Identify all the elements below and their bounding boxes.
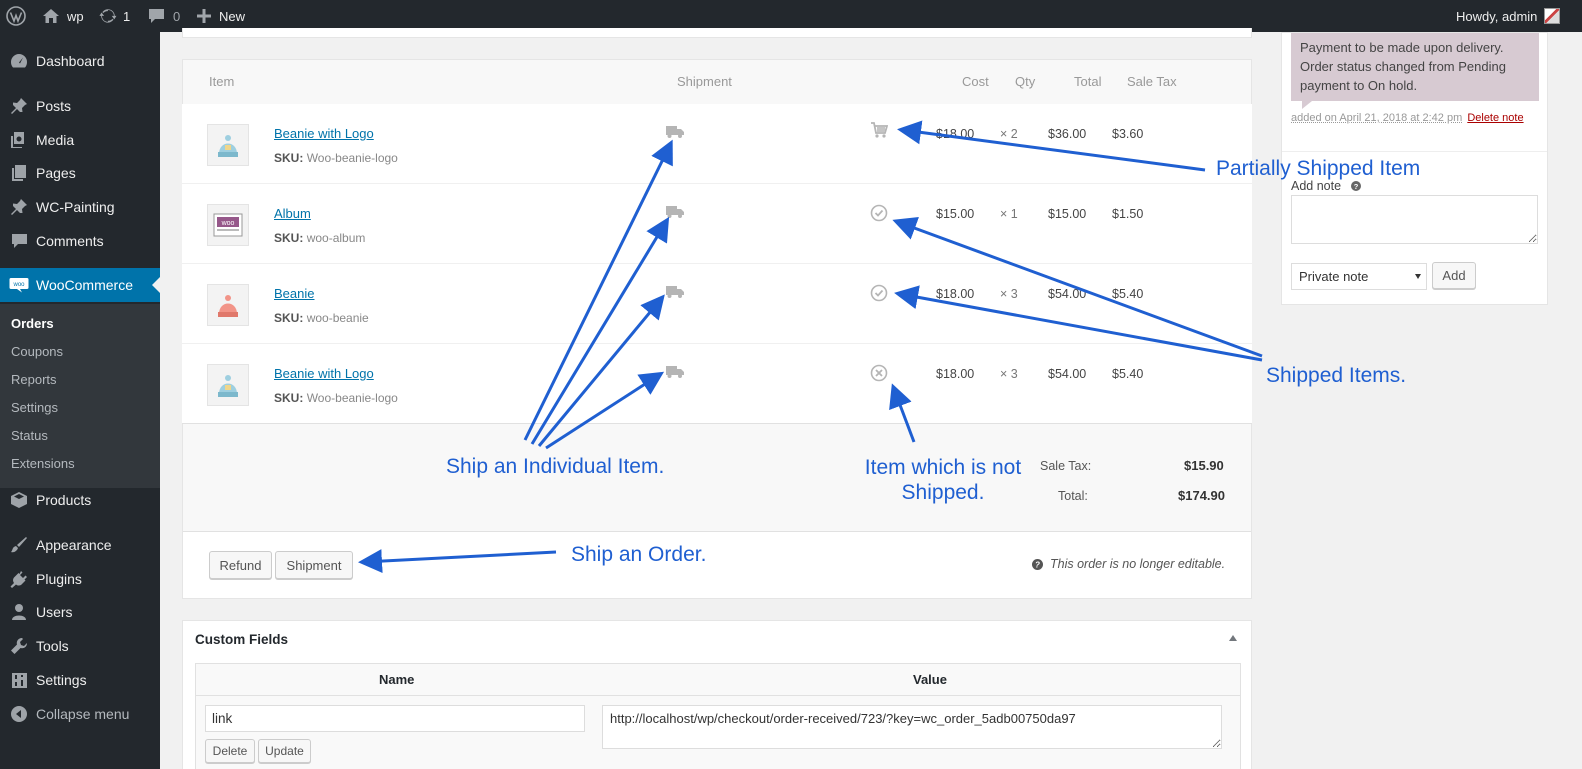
arrow [900,294,1262,360]
arrow [546,375,659,448]
arrow [532,222,666,444]
annotation-order: Ship an Order. [571,542,706,567]
annotation-individual: Ship an Individual Item. [446,454,664,479]
arrow [364,552,556,562]
arrow [525,145,670,440]
arrow [903,130,1205,170]
arrow [898,222,1262,356]
annotation-shipped: Shipped Items. [1266,363,1406,388]
arrow [894,389,914,442]
annotation-not-shipped: Item which is not Shipped. [858,455,1028,505]
annotation-partial: Partially Shipped Item [1216,156,1420,181]
